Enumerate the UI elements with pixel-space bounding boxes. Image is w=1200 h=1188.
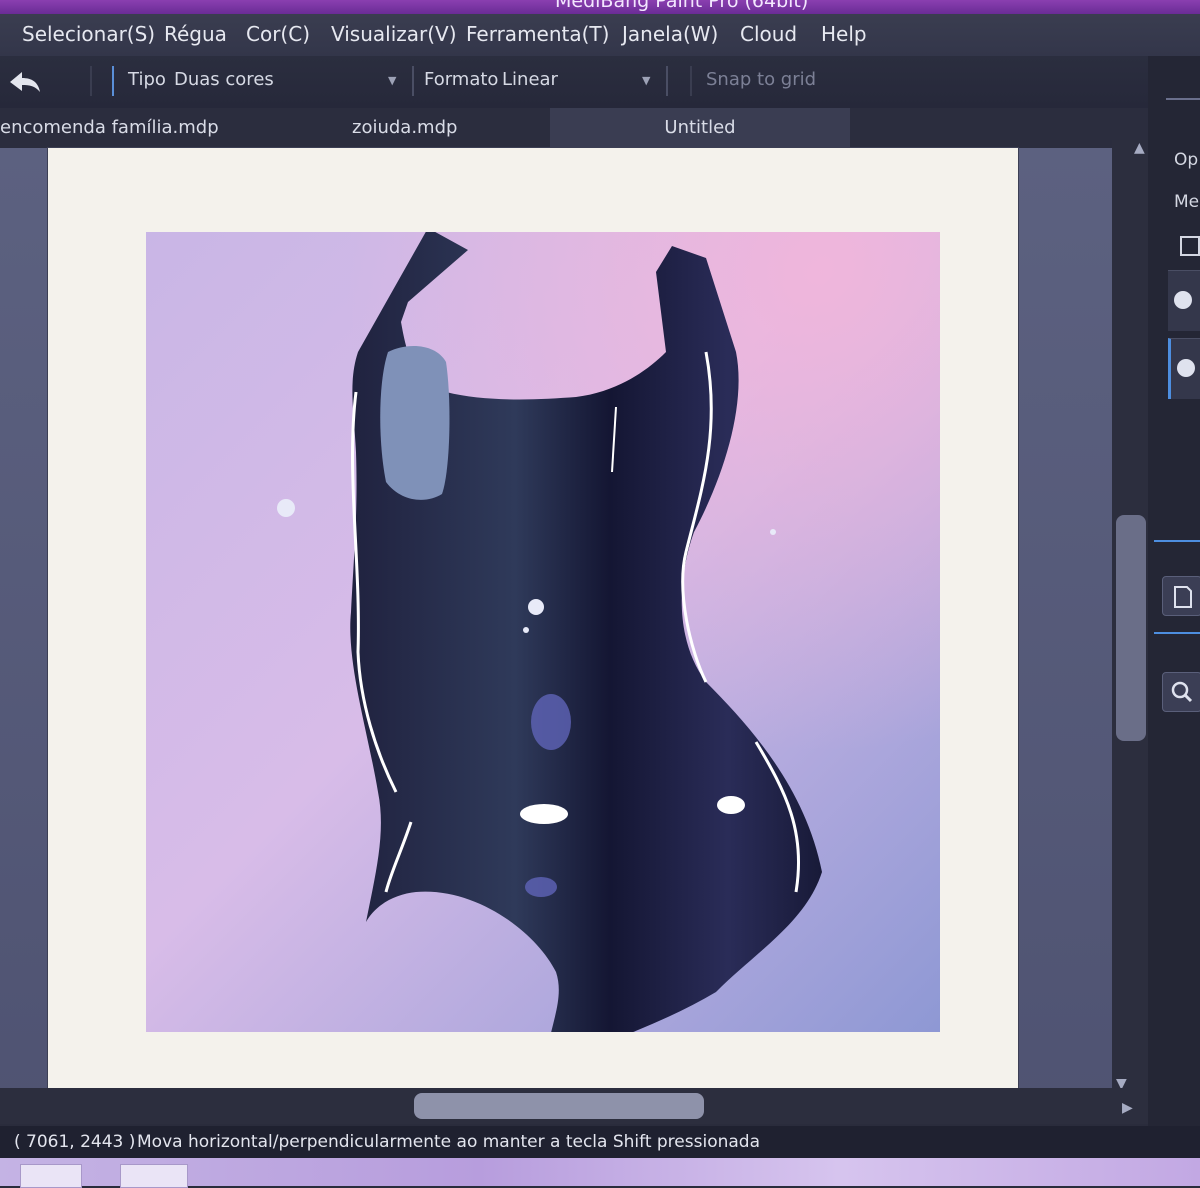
menu-help[interactable]: Help bbox=[821, 22, 867, 46]
water-droplet bbox=[277, 499, 295, 517]
panel-label-op: Op bbox=[1174, 150, 1199, 170]
toolbar-separator bbox=[112, 66, 114, 96]
new-layer-button[interactable] bbox=[1162, 576, 1200, 616]
toolbar-separator bbox=[412, 66, 414, 96]
menu-janela[interactable]: Janela(W) bbox=[622, 22, 718, 46]
chevron-down-icon[interactable]: ▼ bbox=[642, 74, 650, 87]
snap-to-grid-toggle[interactable]: Snap to grid bbox=[706, 69, 816, 90]
scroll-right-arrow-icon[interactable]: ▶ bbox=[1122, 1100, 1133, 1116]
shine-spot bbox=[520, 804, 568, 824]
format-label: Formato bbox=[424, 69, 499, 90]
layer-item[interactable] bbox=[1168, 338, 1200, 399]
checkbox-icon[interactable] bbox=[1180, 236, 1200, 256]
tab-label: zoiuda.mdp bbox=[352, 117, 458, 138]
type-dropdown[interactable]: Duas cores bbox=[174, 69, 274, 90]
horizontal-scroll-thumb[interactable] bbox=[414, 1093, 704, 1119]
panel-divider bbox=[1154, 540, 1200, 542]
cursor-coordinates: ( 7061, 2443 ) bbox=[14, 1132, 136, 1152]
status-message: Mova horizontal/perpendicularmente ao ma… bbox=[137, 1132, 760, 1152]
water-droplet bbox=[523, 627, 529, 633]
paint-taskbar-icon[interactable] bbox=[120, 1164, 188, 1188]
shine-spot bbox=[717, 796, 745, 814]
toolbar-separator bbox=[666, 66, 668, 96]
tab-encomenda[interactable]: encomenda família.mdp bbox=[0, 108, 300, 148]
tab-untitled[interactable]: Untitled bbox=[550, 108, 850, 148]
window-title: MediBang Paint Pro (64bit) bbox=[555, 0, 809, 12]
zoom-button[interactable] bbox=[1162, 672, 1200, 712]
type-label: Tipo bbox=[128, 69, 166, 90]
tab-label: encomenda família.mdp bbox=[0, 117, 219, 138]
toolbar-separator bbox=[90, 66, 92, 96]
panel-divider bbox=[1154, 632, 1200, 634]
status-bar: ( 7061, 2443 ) Mova horizontal/perpendic… bbox=[0, 1126, 1200, 1158]
menu-ferramenta[interactable]: Ferramenta(T) bbox=[466, 22, 609, 46]
panel-label-me: Me bbox=[1174, 192, 1200, 212]
undo-arrow-icon bbox=[10, 72, 40, 92]
artwork-swimsuit[interactable] bbox=[146, 232, 940, 1032]
tab-label: Untitled bbox=[664, 117, 736, 138]
water-droplet bbox=[528, 599, 544, 615]
menu-visualizar[interactable]: Visualizar(V) bbox=[331, 22, 457, 46]
toolbar-separator bbox=[690, 66, 692, 96]
tool-options-bar: Tipo Duas cores ▼ Formato Linear ▼ Snap … bbox=[0, 56, 1200, 108]
os-taskbar bbox=[0, 1158, 1200, 1188]
swimsuit-inner-lining bbox=[380, 346, 450, 500]
new-layer-icon bbox=[1174, 586, 1192, 608]
blue-reflection bbox=[525, 877, 557, 897]
window-titlebar: MediBang Paint Pro (64bit) bbox=[0, 0, 1200, 14]
water-droplet bbox=[770, 529, 776, 535]
vertical-scroll-thumb[interactable] bbox=[1116, 515, 1146, 741]
visibility-icon[interactable] bbox=[1177, 359, 1195, 377]
menu-bar: Selecionar(S) Régua Cor(C) Visualizar(V)… bbox=[0, 14, 1200, 56]
scroll-up-arrow-icon[interactable]: ▲ bbox=[1134, 140, 1145, 156]
menu-cloud[interactable]: Cloud bbox=[740, 22, 797, 46]
menu-regua[interactable]: Régua bbox=[164, 22, 227, 46]
undo-button[interactable] bbox=[2, 64, 46, 100]
chrome-taskbar-icon[interactable] bbox=[20, 1164, 82, 1188]
magnifier-icon bbox=[1171, 681, 1193, 703]
visibility-icon[interactable] bbox=[1174, 291, 1192, 309]
blue-reflection bbox=[531, 694, 571, 750]
format-dropdown[interactable]: Linear bbox=[502, 69, 558, 90]
tab-zoiuda[interactable]: zoiuda.mdp bbox=[352, 108, 542, 148]
menu-selecionar[interactable]: Selecionar(S) bbox=[22, 22, 155, 46]
menu-cor[interactable]: Cor(C) bbox=[246, 22, 310, 46]
layer-item[interactable] bbox=[1168, 270, 1200, 331]
chevron-down-icon[interactable]: ▼ bbox=[388, 74, 396, 87]
document-tabs: encomenda família.mdp zoiuda.mdp Untitle… bbox=[0, 108, 1160, 148]
panel-divider bbox=[1166, 98, 1200, 100]
